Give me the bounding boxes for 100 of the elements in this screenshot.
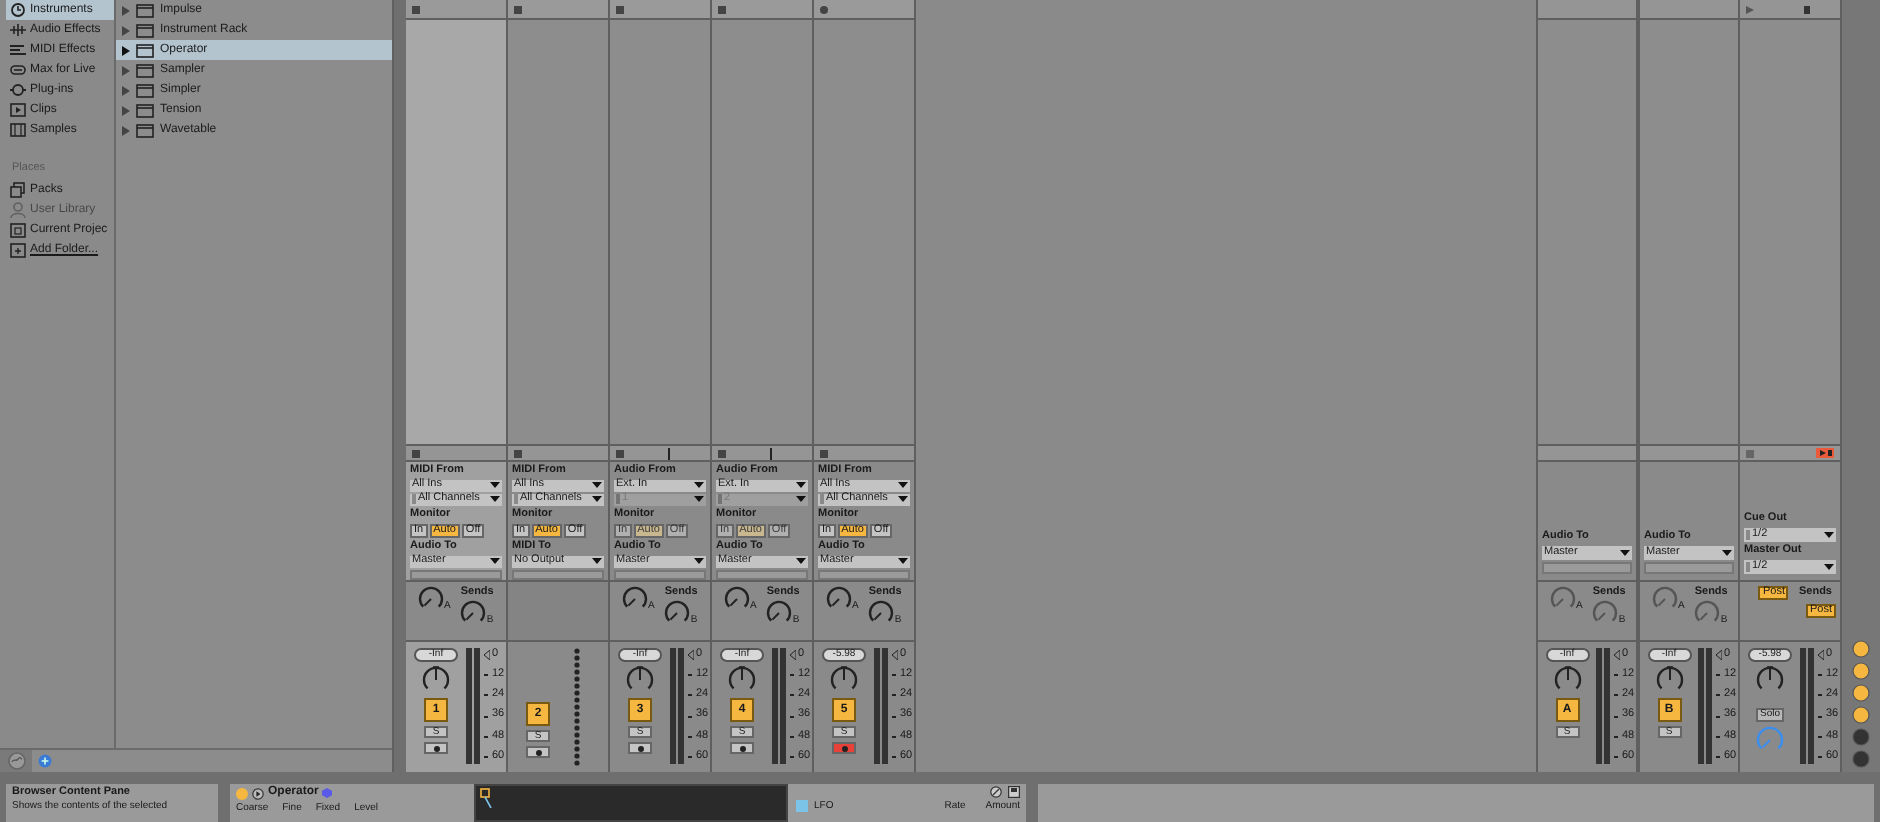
tick-mark-icon bbox=[484, 755, 490, 758]
checkbox-icon[interactable] bbox=[796, 800, 808, 812]
tick-mark-icon bbox=[688, 694, 694, 697]
stop-icon[interactable] bbox=[1746, 449, 1754, 457]
send-knob[interactable] bbox=[460, 600, 487, 626]
tick-mark-icon bbox=[688, 674, 694, 677]
round-toggle-icon[interactable] bbox=[1852, 728, 1870, 746]
empty-field[interactable] bbox=[716, 569, 808, 580]
empty-field[interactable] bbox=[410, 569, 502, 580]
volume-knob[interactable] bbox=[422, 666, 450, 694]
add-icon[interactable] bbox=[38, 754, 52, 768]
volume-knob[interactable] bbox=[1756, 666, 1784, 694]
round-toggle-icon[interactable] bbox=[1852, 750, 1870, 768]
level-meter bbox=[874, 648, 888, 764]
round-toggle-icon[interactable] bbox=[1852, 640, 1870, 658]
clip-area[interactable] bbox=[406, 20, 506, 446]
input-marker-icon bbox=[770, 447, 772, 459]
peak-marker-icon bbox=[1614, 650, 1620, 660]
stop-icon[interactable] bbox=[412, 5, 420, 13]
instrument-icon bbox=[136, 43, 154, 57]
stop-all-button[interactable] bbox=[1816, 448, 1834, 458]
envelope-handle-icon[interactable] bbox=[480, 788, 492, 808]
instrument-icon bbox=[136, 123, 154, 137]
stop-icon[interactable] bbox=[616, 449, 624, 457]
place-icon bbox=[10, 182, 26, 198]
arm-button[interactable] bbox=[730, 742, 754, 754]
place-icon bbox=[10, 202, 26, 218]
send-knob[interactable] bbox=[664, 600, 691, 626]
tick-mark-icon bbox=[688, 755, 694, 758]
arm-button[interactable] bbox=[832, 742, 856, 754]
stop-icon[interactable] bbox=[412, 449, 420, 457]
hexagon-icon bbox=[322, 788, 333, 798]
volume-knob[interactable] bbox=[830, 666, 858, 694]
tick-mark-icon bbox=[790, 674, 796, 677]
stop-icon[interactable] bbox=[514, 449, 522, 457]
instrument-icon bbox=[136, 3, 154, 17]
level-meter bbox=[670, 648, 684, 764]
play-icon[interactable] bbox=[252, 787, 264, 799]
send-knob[interactable] bbox=[622, 586, 648, 612]
tick-mark-icon bbox=[1716, 735, 1722, 738]
volume-knob[interactable] bbox=[728, 666, 756, 694]
tick-mark-icon bbox=[892, 735, 898, 738]
empty-field[interactable] bbox=[818, 569, 910, 580]
level-meter bbox=[772, 648, 786, 764]
dropdown-arrow-icon bbox=[796, 558, 806, 565]
stop-icon[interactable] bbox=[514, 5, 522, 13]
peak-marker-icon bbox=[1716, 650, 1722, 660]
stop-icon[interactable] bbox=[718, 449, 726, 457]
record-icon bbox=[535, 749, 541, 755]
arm-button[interactable] bbox=[628, 742, 652, 754]
round-toggle-icon[interactable] bbox=[1852, 684, 1870, 702]
peak-marker-icon bbox=[1818, 650, 1824, 660]
send-knob[interactable] bbox=[724, 586, 750, 612]
peak-marker-icon bbox=[484, 650, 490, 660]
category-icon bbox=[10, 122, 26, 138]
empty-field[interactable] bbox=[512, 569, 604, 580]
empty-field[interactable] bbox=[1644, 562, 1734, 574]
send-knob[interactable] bbox=[1550, 586, 1576, 612]
arm-button[interactable] bbox=[424, 742, 448, 754]
stop-icon[interactable] bbox=[718, 5, 726, 13]
empty-field[interactable] bbox=[1542, 562, 1632, 574]
record-icon bbox=[739, 745, 745, 751]
save-icon[interactable] bbox=[1008, 786, 1020, 798]
send-knob[interactable] bbox=[1694, 600, 1721, 626]
instrument-icon bbox=[136, 103, 154, 117]
volume-knob[interactable] bbox=[1655, 666, 1683, 694]
waveform-icon[interactable] bbox=[7, 752, 25, 770]
round-toggle-icon[interactable] bbox=[1852, 662, 1870, 680]
stop-icon[interactable] bbox=[820, 449, 828, 457]
tick-mark-icon bbox=[1716, 715, 1722, 718]
arm-button[interactable] bbox=[526, 746, 550, 758]
tick-mark-icon bbox=[484, 715, 490, 718]
tick-mark-icon bbox=[1614, 755, 1620, 758]
volume-knob[interactable] bbox=[1553, 666, 1581, 694]
send-knob[interactable] bbox=[418, 586, 444, 612]
tick-mark-icon bbox=[1716, 674, 1722, 677]
level-meter bbox=[466, 648, 480, 764]
stop-all-icon bbox=[1819, 450, 1831, 456]
round-toggle-icon[interactable] bbox=[1852, 706, 1870, 724]
level-meter bbox=[1698, 648, 1712, 764]
dropdown-arrow-icon bbox=[490, 558, 500, 565]
stop-icon[interactable] bbox=[1804, 5, 1810, 13]
peak-marker-icon bbox=[790, 650, 796, 660]
dropdown-arrow-icon bbox=[1824, 564, 1834, 570]
hot-swap-icon[interactable] bbox=[990, 786, 1002, 798]
level-meter bbox=[1800, 648, 1814, 764]
send-knob[interactable] bbox=[1652, 586, 1678, 612]
send-knob[interactable] bbox=[766, 600, 793, 626]
stop-icon[interactable] bbox=[616, 5, 624, 13]
send-knob[interactable] bbox=[826, 586, 852, 612]
send-knob[interactable] bbox=[1592, 600, 1619, 626]
record-icon bbox=[637, 745, 643, 751]
record-icon[interactable] bbox=[820, 5, 828, 13]
send-knob[interactable] bbox=[868, 600, 895, 626]
tick-mark-icon bbox=[1614, 735, 1620, 738]
empty-field[interactable] bbox=[614, 569, 706, 580]
volume-knob[interactable] bbox=[626, 666, 654, 694]
tick-mark-icon bbox=[790, 715, 796, 718]
dropdown-arrow-icon bbox=[694, 558, 704, 565]
category-icon bbox=[10, 62, 26, 78]
